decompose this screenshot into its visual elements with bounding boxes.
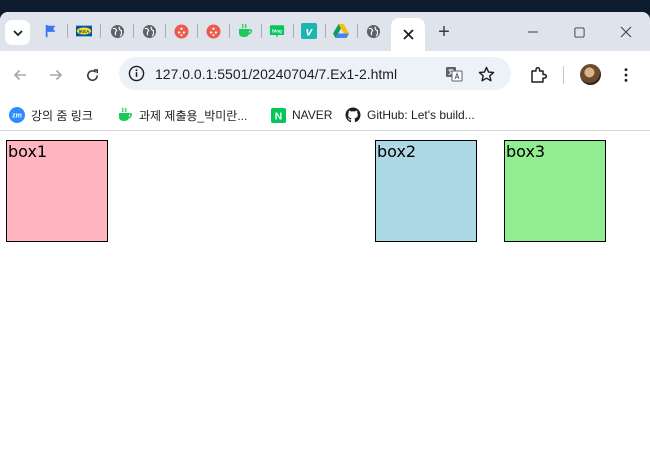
extensions-button[interactable]	[527, 64, 549, 86]
close-icon[interactable]	[402, 29, 414, 40]
youtube-shorts-icon	[173, 23, 189, 39]
globe-icon	[366, 24, 380, 38]
tab-separator	[197, 24, 198, 38]
tab-globe-3[interactable]	[365, 23, 381, 39]
naver-icon: N	[270, 107, 286, 123]
more-vertical-icon	[624, 68, 628, 82]
box-1: box1	[6, 140, 108, 242]
cup-icon	[239, 23, 252, 37]
tab-separator	[357, 24, 358, 38]
maximize-icon	[573, 26, 585, 38]
chevron-down-icon	[12, 29, 23, 36]
tab-flag[interactable]	[43, 23, 59, 39]
tab-globe-2[interactable]	[141, 23, 157, 39]
bookmark-assignment[interactable]: 과제 제출용_박미란...	[117, 106, 247, 124]
star-icon	[478, 66, 494, 81]
cup-icon	[117, 107, 133, 123]
translate-button[interactable]	[445, 65, 463, 83]
bookmark-label: 강의 줌 링크	[31, 108, 93, 123]
blog-logo-text: blog	[272, 28, 282, 33]
arrow-right-icon	[50, 69, 63, 81]
close-icon	[620, 26, 632, 38]
youtube-shorts-icon	[205, 23, 221, 39]
bookmark-label: NAVER	[292, 108, 333, 122]
menu-button[interactable]	[615, 64, 637, 86]
address-url[interactable]: 127.0.0.1:5501/20240704/7.Ex1-2.html	[155, 66, 397, 82]
reload-button[interactable]	[80, 63, 104, 87]
minimize-button[interactable]	[518, 20, 548, 44]
naver-logo-text: N	[274, 111, 281, 122]
plus-icon: +	[438, 21, 450, 43]
tab-separator	[325, 24, 326, 38]
maximize-button[interactable]	[564, 20, 594, 44]
bookmark-naver[interactable]: N NAVER	[270, 106, 332, 124]
puzzle-icon	[531, 66, 547, 83]
tab-globe-1[interactable]	[109, 23, 125, 39]
tab-shorts-1[interactable]	[173, 23, 189, 39]
tab-vimeo[interactable]: v	[301, 23, 317, 39]
close-window-button[interactable]	[611, 20, 641, 44]
address-bar[interactable]: 127.0.0.1:5501/20240704/7.Ex1-2.html	[119, 57, 511, 90]
bookmark-label: GitHub: Let's build...	[367, 108, 475, 122]
zoom-icon: zm	[9, 107, 25, 123]
tab-separator	[229, 24, 230, 38]
forward-button[interactable]	[44, 63, 68, 87]
github-icon	[345, 107, 361, 123]
page-viewport: box1 box2 box3	[0, 132, 650, 469]
avatar[interactable]	[580, 64, 601, 85]
back-button[interactable]	[8, 63, 32, 87]
tab-separator	[100, 24, 101, 38]
ikea-logo-text: IKEA	[79, 29, 90, 34]
tab-blog[interactable]: blog	[269, 23, 285, 39]
bookmark-zoom-link[interactable]: zm 강의 줌 링크	[9, 106, 93, 124]
box-2: box2	[375, 140, 477, 242]
translate-icon	[446, 67, 463, 82]
bookmark-star-button[interactable]	[477, 65, 495, 83]
browser-window: IKEA blog v + 127.0.0.1:5501/20240704/7.…	[0, 12, 650, 469]
tab-separator	[293, 24, 294, 38]
reload-icon	[86, 68, 98, 81]
bookmarks-bar: zm 강의 줌 링크 과제 제출용_박미란... N NAVER GitHub:…	[0, 99, 650, 131]
info-icon[interactable]	[128, 65, 145, 82]
arrow-left-icon	[13, 69, 26, 81]
tab-shorts-2[interactable]	[205, 23, 221, 39]
tab-search-button[interactable]	[5, 20, 30, 45]
tab-cup[interactable]	[237, 23, 253, 39]
bookmark-label: 과제 제출용_박미란...	[139, 108, 248, 123]
minimize-icon	[528, 31, 538, 33]
new-tab-button[interactable]: +	[433, 22, 455, 42]
globe-icon	[142, 24, 156, 38]
box-3: box3	[504, 140, 606, 242]
bookmark-github[interactable]: GitHub: Let's build...	[345, 106, 475, 124]
tab-active[interactable]	[391, 18, 425, 51]
blog-icon: blog	[269, 24, 285, 38]
toolbar-divider	[563, 66, 564, 84]
tab-separator	[133, 24, 134, 38]
tab-strip: IKEA blog v +	[0, 12, 650, 51]
tab-ikea[interactable]: IKEA	[76, 23, 92, 39]
globe-icon	[110, 24, 124, 38]
google-drive-icon	[333, 24, 349, 38]
tab-separator	[261, 24, 262, 38]
tab-google-drive[interactable]	[333, 23, 349, 39]
tab-separator	[67, 24, 68, 38]
vimeo-icon: v	[301, 23, 317, 39]
browser-toolbar: 127.0.0.1:5501/20240704/7.Ex1-2.html	[0, 51, 650, 99]
ikea-icon: IKEA	[76, 25, 92, 37]
zoom-logo-text: zm	[12, 113, 22, 120]
flag-icon	[45, 24, 56, 38]
tab-separator	[165, 24, 166, 38]
